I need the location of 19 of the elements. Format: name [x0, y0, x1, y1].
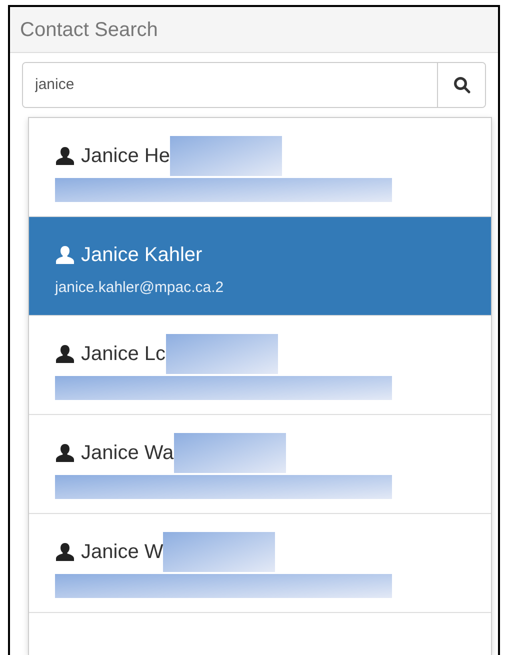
panel-title: Contact Search [20, 18, 158, 42]
contact-name: Janice Lc [81, 342, 166, 367]
contact-name: Janice Wa [81, 441, 174, 466]
contact-item[interactable]: Janice He [29, 118, 491, 217]
contact-name: Janice Kahler [81, 243, 202, 268]
person-icon [55, 344, 75, 364]
contact-name: Janice W [81, 540, 164, 565]
contact-email: janice.kahler@mpac.ca.2 [55, 278, 225, 298]
contact-item[interactable]: Janice Lc [29, 316, 491, 415]
person-icon [55, 245, 75, 265]
contact-name: Janice He [81, 144, 170, 169]
contact-item[interactable]: Janice W [29, 514, 491, 613]
search-button[interactable] [437, 63, 485, 107]
search-icon [452, 76, 470, 94]
person-icon [55, 542, 75, 562]
person-icon [55, 146, 75, 166]
contact-item[interactable]: Janice Wa [29, 415, 491, 514]
contact-item[interactable]: Janice Kahler janice.kahler@mpac.ca.2 [29, 217, 491, 316]
person-icon [55, 443, 75, 463]
